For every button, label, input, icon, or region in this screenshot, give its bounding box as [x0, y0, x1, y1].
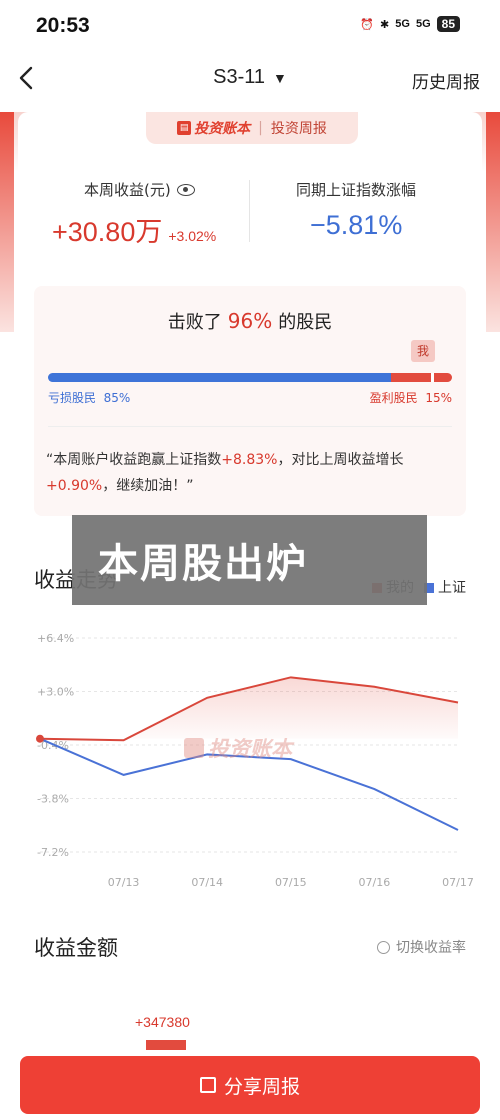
distribution-bar — [48, 373, 452, 382]
status-icons: ⏰ ✱ 5G 5G 85 — [360, 16, 460, 32]
battery-icon: 85 — [436, 16, 460, 32]
quote-part-2: ，对比上周收益增长 — [277, 452, 404, 468]
me-tag: 我 — [411, 340, 435, 362]
switch-rate-label: 切换收益率 — [396, 940, 466, 956]
weekly-income-label-text: 本周收益(元) — [84, 181, 171, 199]
alarm-icon: ⏰ — [360, 17, 375, 31]
nav-bar: S3-11 ▼ 历史周报 — [0, 52, 500, 108]
beat-percent: 96% — [227, 309, 273, 333]
brand-tab: ▤ 投资账本 | 投资周报 — [146, 112, 358, 144]
overlay-text: 本周股出炉 — [98, 541, 308, 587]
period-title: S3-11 — [213, 66, 266, 88]
x-tick-label: 07/14 — [191, 876, 223, 889]
amount-bar-label: +347380 — [135, 1014, 190, 1030]
weekly-income-label: 本周收益(元) — [84, 179, 195, 200]
brand-divider: | — [258, 120, 263, 136]
gain-segment — [391, 373, 452, 382]
stat-divider — [249, 180, 250, 242]
x-tick-label: 07/16 — [359, 876, 391, 889]
amount-title: 收益金额 — [34, 936, 118, 960]
watermark-text: 投资账本 — [208, 737, 292, 761]
brand-logo: ▤ 投资账本 — [177, 118, 250, 138]
legend-index-label: 上证 — [438, 580, 466, 596]
brand-subtitle: 投资周报 — [270, 121, 327, 137]
quote-part-1: “本周账户收益跑赢上证指数 — [46, 452, 222, 468]
history-reports-link[interactable]: 历史周报 — [412, 68, 480, 93]
quote-highlight-2: +0.90% — [46, 478, 103, 494]
y-tick-label: +3.0% — [37, 686, 74, 699]
y-tick-label: +6.4% — [37, 632, 74, 645]
brand-logo-text: 投资账本 — [194, 121, 251, 137]
watermark-logo-icon — [184, 738, 204, 758]
switch-rate-button[interactable]: 切换收益率 — [377, 937, 466, 957]
weekly-income-amount: +30.80万 — [52, 217, 163, 247]
share-icon — [199, 1077, 216, 1093]
x-tick-label: 07/13 — [108, 876, 140, 889]
loss-caption: 亏损股民 85% — [48, 389, 130, 406]
y-tick-label: -7.2% — [37, 846, 69, 859]
status-time: 20:53 — [36, 14, 90, 37]
chart-watermark: 投资账本 — [184, 733, 292, 763]
loss-segment — [48, 373, 392, 382]
loss-label: 亏损股民 — [48, 391, 97, 405]
signal-icon: 5G — [395, 18, 410, 30]
summary-quote: “本周账户收益跑赢上证指数+8.83%，对比上周收益增长 +0.90%，继续加油！… — [46, 447, 458, 499]
gain-pct: 15% — [425, 391, 452, 405]
me-marker — [431, 373, 435, 382]
x-tick-label: 07/17 — [442, 876, 474, 889]
quote-part-3: ，继续加油！” — [102, 478, 194, 494]
beat-suffix: 的股民 — [278, 312, 333, 333]
beat-divider — [48, 426, 452, 427]
signal-icon-2: 5G — [415, 18, 431, 30]
eye-icon[interactable] — [176, 183, 195, 196]
decor-edge-left — [0, 112, 14, 332]
gain-label: 盈利股民 — [369, 391, 418, 405]
index-change-value: −5.81% — [310, 210, 403, 240]
y-tick-label: -3.8% — [37, 793, 69, 806]
title-overlay: 本周股出炉 — [72, 515, 427, 605]
switch-icon — [377, 940, 390, 954]
amount-bar — [146, 1040, 186, 1050]
bluetooth-icon: ✱ — [380, 17, 390, 31]
status-bar: 20:53 ⏰ ✱ 5G 5G 85 — [0, 0, 500, 52]
index-change-label: 同期上证指数涨幅 — [296, 181, 417, 199]
quote-highlight-1: +8.83% — [221, 452, 278, 468]
weekly-income-pct: +3.02% — [168, 228, 217, 244]
x-tick-label: 07/15 — [275, 876, 307, 889]
legend-index: 上证 — [424, 577, 466, 597]
decor-edge-right — [486, 112, 500, 332]
gain-caption: 盈利股民 15% — [370, 389, 452, 406]
loss-pct: 85% — [103, 391, 131, 405]
brand-logo-icon: ▤ — [177, 121, 192, 135]
start-dot — [36, 734, 44, 743]
beat-title: 击败了 96% 的股民 — [0, 308, 500, 334]
weekly-income-value: +30.80万 +3.02% — [52, 210, 216, 249]
share-report-button[interactable]: 分享周报 — [20, 1056, 480, 1114]
beat-prefix: 击败了 — [167, 312, 222, 333]
caret-down-icon: ▼ — [273, 70, 287, 86]
share-label: 分享周报 — [223, 1075, 300, 1098]
